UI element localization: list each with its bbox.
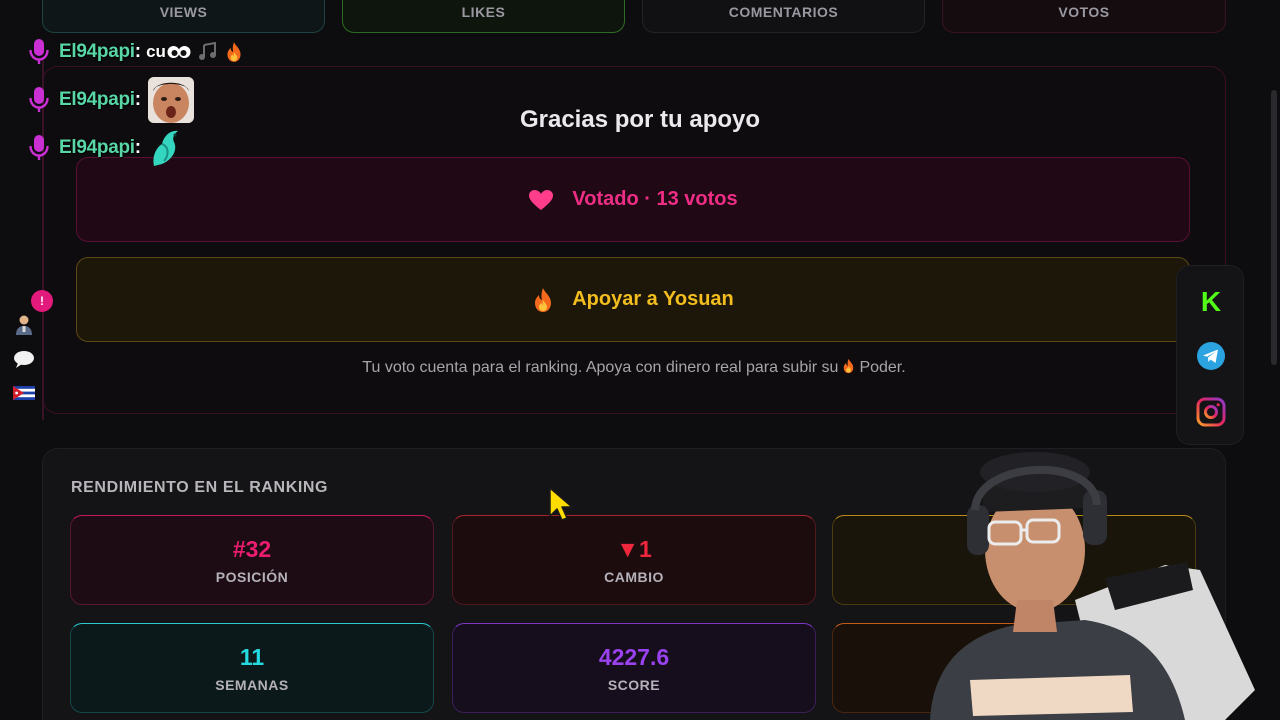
instagram-icon[interactable]: [1196, 397, 1226, 427]
stat-label: CAMBIO: [604, 568, 664, 585]
chat-username[interactable]: El94papi: [59, 89, 135, 111]
stat-label: SCORE: [607, 676, 661, 693]
stat-weeks: 11 SEMANAS: [70, 623, 434, 713]
note-text: Tu voto cuenta para el ranking. Apoya co…: [362, 359, 839, 376]
heart-icon: [529, 189, 554, 210]
streamer-webcam: [930, 452, 1255, 720]
support-button[interactable]: Apoyar a Yosuan: [76, 257, 1190, 342]
stat-score: 4227.6 SCORE: [452, 623, 816, 713]
mouse-cursor-icon: [549, 487, 573, 521]
stat-change: ▼1 CAMBIO: [452, 515, 816, 605]
chat-username[interactable]: El94papi: [59, 137, 135, 159]
svg-text:K: K: [1201, 286, 1221, 316]
mic-icon: [29, 87, 49, 112]
music-notes-emote: [198, 42, 216, 60]
note-text-end: Poder.: [859, 359, 906, 376]
scrollbar[interactable]: [1268, 0, 1280, 720]
chat-bubble-icon[interactable]: [10, 350, 38, 374]
chat-colon: :: [134, 89, 142, 110]
stat-value: 4227.6: [598, 643, 670, 670]
bird-emote: [153, 130, 179, 166]
chat-username[interactable]: El94papi: [59, 41, 135, 63]
chat-message: El94papi:: [28, 77, 195, 123]
ranking-title: RENDIMIENTO EN EL RANKING: [71, 479, 329, 496]
chat-message: El94papi: cu: [28, 34, 243, 70]
chat-colon: :: [134, 137, 142, 158]
alert-badge[interactable]: !: [31, 290, 53, 312]
face-emote: [148, 77, 195, 123]
support-note: Tu voto cuenta para el ranking. Apoya co…: [0, 358, 1268, 377]
mic-icon: [29, 135, 49, 160]
eyes-emote: [167, 46, 191, 58]
chat-text: cu: [146, 42, 166, 61]
mic-icon: [29, 39, 49, 64]
tab-views[interactable]: VIEWS: [42, 0, 325, 33]
stat-label: SEMANAS: [215, 676, 289, 693]
tab-votes[interactable]: VOTOS: [942, 0, 1226, 33]
chat-colon: :: [134, 41, 142, 62]
social-links-rail: K: [1176, 265, 1244, 445]
stat-label: POSICIÓN: [215, 568, 289, 585]
person-icon[interactable]: [10, 314, 38, 338]
scrollbar-thumb[interactable]: [1271, 90, 1277, 365]
flame-icon: [844, 358, 854, 374]
stat-position: #32 POSICIÓN: [70, 515, 434, 605]
flame-icon: [535, 287, 552, 312]
fire-emote: [227, 42, 241, 62]
support-label: Apoyar a Yosuan: [572, 288, 734, 310]
voted-button[interactable]: Votado · 13 votos: [76, 157, 1190, 242]
stat-tabs: VIEWS LIKES COMENTARIOS VOTOS: [42, 0, 1226, 33]
tab-comments[interactable]: COMENTARIOS: [642, 0, 925, 33]
tab-likes[interactable]: LIKES: [342, 0, 625, 33]
stat-value: ▼1: [616, 535, 652, 562]
cuba-flag-icon[interactable]: [10, 382, 38, 406]
telegram-icon[interactable]: [1196, 341, 1226, 371]
left-mini-sidebar: !: [0, 290, 53, 408]
kick-icon[interactable]: K: [1196, 286, 1226, 316]
voted-label: Votado · 13 votos: [572, 188, 738, 210]
stat-value: #32: [232, 535, 272, 562]
stat-value: 11: [239, 643, 265, 670]
chat-message: El94papi:: [28, 130, 184, 166]
